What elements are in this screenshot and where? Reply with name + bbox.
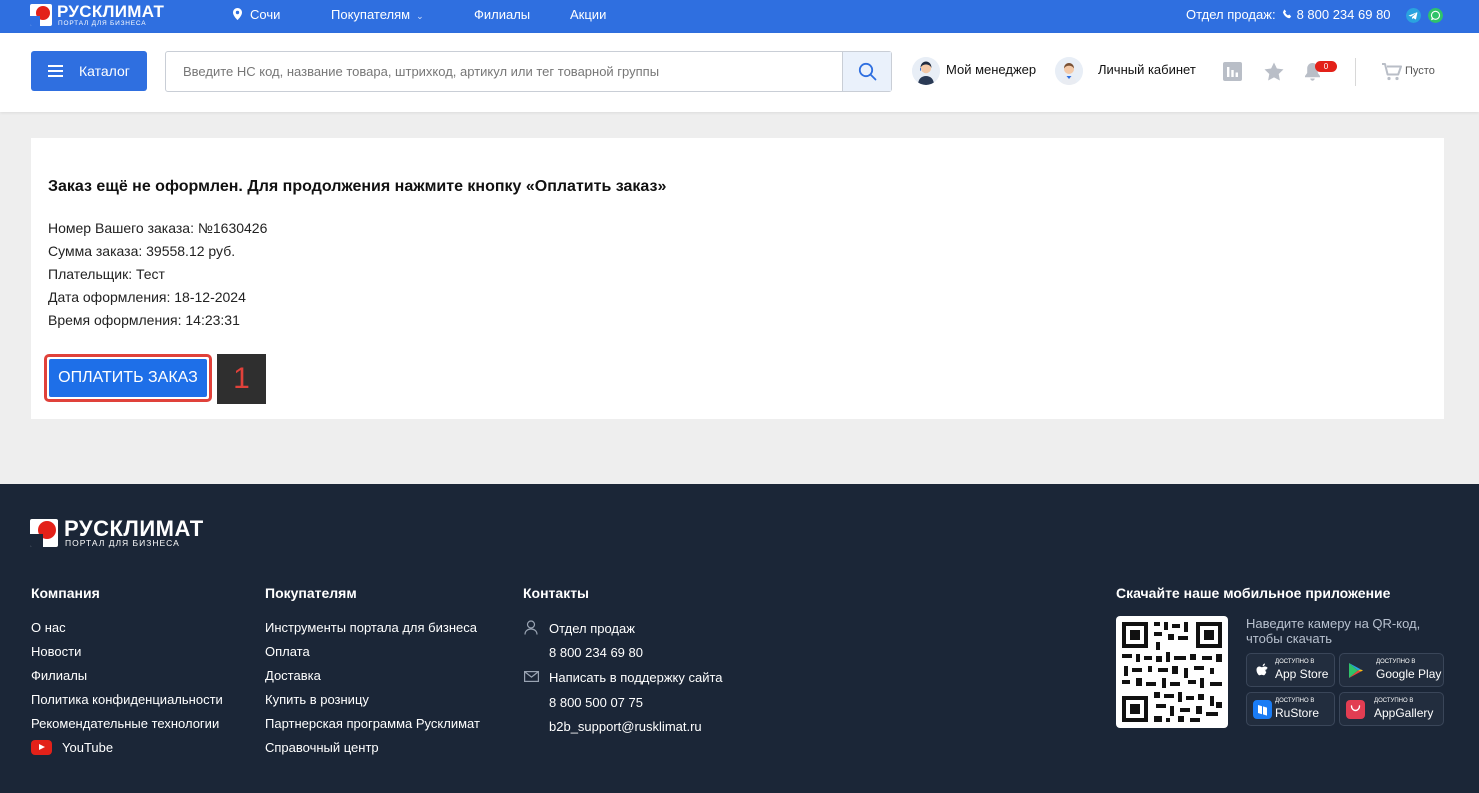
mail-icon <box>524 671 539 682</box>
google-play-icon <box>1349 663 1363 678</box>
logo-mark-icon <box>30 4 52 26</box>
location-pin-icon <box>233 8 242 20</box>
buyers-column-title: Покупателям <box>265 585 357 601</box>
apple-icon <box>1256 663 1268 676</box>
contacts-support-link[interactable]: Написать в поддержку сайта <box>549 670 723 685</box>
contacts-sales-label: Отдел продаж <box>549 621 635 636</box>
footer-link-privacy[interactable]: Политика конфиденциальности <box>31 692 223 707</box>
google-play-button[interactable]: ДОСТУПНО В Google Play <box>1339 653 1444 687</box>
order-notice-title: Заказ ещё не оформлен. Для продолжения н… <box>48 178 667 195</box>
qr-hint-text: Наведите камеру на QR-код, чтобы скачать <box>1246 616 1421 646</box>
user-avatar-icon <box>1055 57 1083 85</box>
telegram-icon[interactable] <box>1406 8 1421 23</box>
footer-link-help[interactable]: Справочный центр <box>265 740 379 755</box>
cart-icon[interactable] <box>1382 63 1402 81</box>
city-selector[interactable]: Сочи <box>233 7 280 23</box>
order-number: Номер Вашего заказа: №1630426 <box>48 220 268 236</box>
search-input[interactable] <box>166 52 843 91</box>
footer-link-about[interactable]: О нас <box>31 620 66 635</box>
person-icon <box>524 620 538 635</box>
header-divider <box>1355 58 1356 86</box>
compare-chart-icon[interactable] <box>1223 62 1242 81</box>
cart-status[interactable]: Пусто <box>1405 65 1435 77</box>
logo-mark-icon <box>30 519 58 547</box>
step-number-badge: 1 <box>217 354 266 404</box>
footer-link-delivery[interactable]: Доставка <box>265 668 321 683</box>
nav-branches[interactable]: Филиалы <box>474 7 530 23</box>
search-icon <box>858 62 877 81</box>
rustore-icon <box>1253 700 1272 719</box>
appgallery-button[interactable]: ДОСТУПНО В AppGallery <box>1339 692 1444 726</box>
nav-buyers[interactable]: Покупателям ⌄ <box>331 7 424 24</box>
order-time: Время оформления: 14:23:31 <box>48 312 240 328</box>
notification-count-badge: 0 <box>1315 61 1337 72</box>
top-bar: РУСКЛИМАТ ПОРТАЛ ДЛЯ БИЗНЕСА Сочи Покупа… <box>0 0 1479 33</box>
app-store-button[interactable]: ДОСТУПНО В App Store <box>1246 653 1335 687</box>
manager-avatar-icon <box>912 57 940 85</box>
manager-avatar[interactable] <box>912 57 940 85</box>
catalog-button[interactable]: Каталог <box>31 51 147 91</box>
contacts-support-phone[interactable]: 8 800 500 07 75 <box>549 695 643 710</box>
footer-logo[interactable]: РУСКЛИМАТ ПОРТАЛ ДЛЯ БИЗНЕСА <box>30 518 220 549</box>
appgallery-icon <box>1346 700 1365 719</box>
nav-promotions[interactable]: Акции <box>570 7 606 23</box>
order-status-card: Заказ ещё не оформлен. Для продолжения н… <box>31 138 1444 419</box>
my-manager-link[interactable]: Мой менеджер <box>946 60 1036 80</box>
youtube-icon <box>31 740 52 755</box>
company-column-title: Компания <box>31 585 100 601</box>
personal-cabinet-link[interactable]: Личный кабинет <box>1098 60 1196 80</box>
phone-icon <box>1282 9 1291 19</box>
app-qr-code <box>1116 616 1228 728</box>
search-button[interactable] <box>842 52 891 91</box>
footer-link-branches[interactable]: Филиалы <box>31 668 87 683</box>
footer-link-news[interactable]: Новости <box>31 644 81 659</box>
pay-order-button[interactable]: ОПЛАТИТЬ ЗАКАЗ <box>49 359 207 397</box>
search-bar <box>165 51 892 92</box>
qr-code-icon <box>1122 622 1222 722</box>
menu-icon <box>48 65 63 77</box>
contacts-sales-phone[interactable]: 8 800 234 69 80 <box>549 645 643 660</box>
user-avatar[interactable] <box>1055 57 1083 85</box>
site-logo[interactable]: РУСКЛИМАТ ПОРТАЛ ДЛЯ БИЗНЕСА <box>30 3 176 29</box>
chevron-down-icon: ⌄ <box>416 11 424 21</box>
footer-link-recommendations[interactable]: Рекомендательные технологии <box>31 716 219 731</box>
footer-link-retail[interactable]: Купить в розницу <box>265 692 369 707</box>
main-header: Каталог Мой менеджер Личный кабинет 0 Пу… <box>0 33 1479 112</box>
order-date: Дата оформления: 18-12-2024 <box>48 289 246 305</box>
contacts-support-email[interactable]: b2b_support@rusklimat.ru <box>549 719 702 734</box>
footer: РУСКЛИМАТ ПОРТАЛ ДЛЯ БИЗНЕСА Компания О … <box>0 484 1479 793</box>
sales-contact[interactable]: Отдел продаж: 8 800 234 69 80 <box>1186 7 1391 23</box>
contacts-column-title: Контакты <box>523 585 590 601</box>
app-column-title: Скачайте наше мобильное приложение <box>1116 585 1391 601</box>
footer-link-partner[interactable]: Партнерская программа Русклимат <box>265 716 480 731</box>
city-label: Сочи <box>250 7 281 22</box>
footer-link-tools[interactable]: Инструменты портала для бизнеса <box>265 620 477 635</box>
order-sum: Сумма заказа: 39558.12 руб. <box>48 243 236 259</box>
order-payer: Плательщик: Тест <box>48 266 165 282</box>
footer-link-payment[interactable]: Оплата <box>265 644 310 659</box>
rustore-button[interactable]: ДОСТУПНО В RuStore <box>1246 692 1335 726</box>
whatsapp-icon[interactable] <box>1428 8 1443 23</box>
footer-link-youtube[interactable]: YouTube <box>62 740 113 755</box>
favorites-star-icon[interactable] <box>1264 62 1284 81</box>
